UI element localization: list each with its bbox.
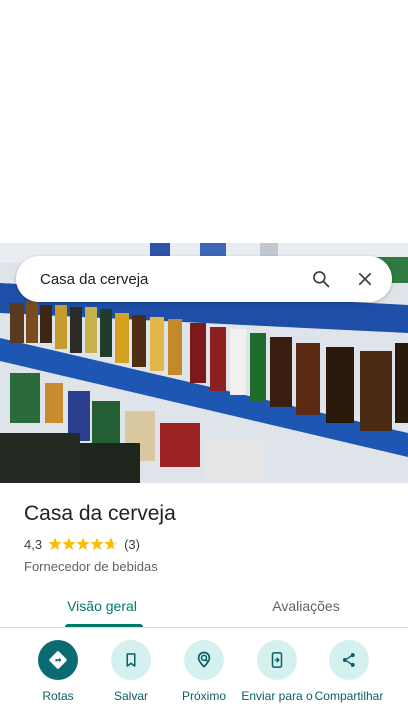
blank-map-area	[0, 0, 408, 243]
rating-row[interactable]: 4,3 (3)	[24, 535, 384, 553]
share-icon	[329, 640, 369, 680]
star-icon	[48, 537, 62, 550]
search-bar[interactable]: Casa da cerveja	[16, 256, 392, 302]
tab-overview-label: Visão geral	[67, 598, 137, 614]
search-icon[interactable]	[304, 262, 338, 296]
place-category: Fornecedor de bebidas	[24, 559, 158, 574]
star-icon	[76, 537, 90, 550]
directions-icon	[38, 640, 78, 680]
tab-reviews[interactable]: Avaliações	[204, 585, 408, 627]
send-to-phone-button[interactable]: Enviar para o	[241, 640, 313, 703]
nearby-button[interactable]: Próximo	[168, 640, 240, 703]
nearby-label: Próximo	[181, 689, 226, 703]
tab-overview[interactable]: Visão geral	[0, 585, 204, 627]
tab-reviews-label: Avaliações	[272, 598, 340, 614]
close-icon[interactable]	[348, 262, 382, 296]
send-to-phone-icon	[257, 640, 297, 680]
star-icon	[90, 537, 104, 550]
send-to-phone-label: Enviar para o	[241, 689, 313, 703]
star-rating	[48, 537, 118, 551]
place-info: Casa da cerveja 4,3 (3) Fornecedor de be…	[24, 500, 384, 574]
rating-value: 4,3	[24, 536, 43, 552]
nearby-icon	[184, 640, 224, 680]
tab-bar: Visão geral Avaliações	[0, 585, 408, 628]
share-button[interactable]: Compartilhar	[313, 640, 385, 703]
active-tab-indicator	[65, 624, 143, 627]
save-button[interactable]: Salvar	[95, 640, 167, 703]
star-icon	[62, 537, 76, 550]
bookmark-icon	[111, 640, 151, 680]
action-row: Rotas Salvar Próximo Enviar para o Compa…	[0, 640, 408, 726]
directions-label: Rotas	[42, 689, 74, 703]
search-query-text[interactable]: Casa da cerveja	[40, 271, 304, 288]
share-label: Compartilhar	[314, 689, 384, 703]
review-count: (3)	[124, 536, 140, 552]
directions-button[interactable]: Rotas	[22, 640, 94, 703]
save-label: Salvar	[113, 689, 148, 703]
place-title: Casa da cerveja	[24, 502, 176, 525]
